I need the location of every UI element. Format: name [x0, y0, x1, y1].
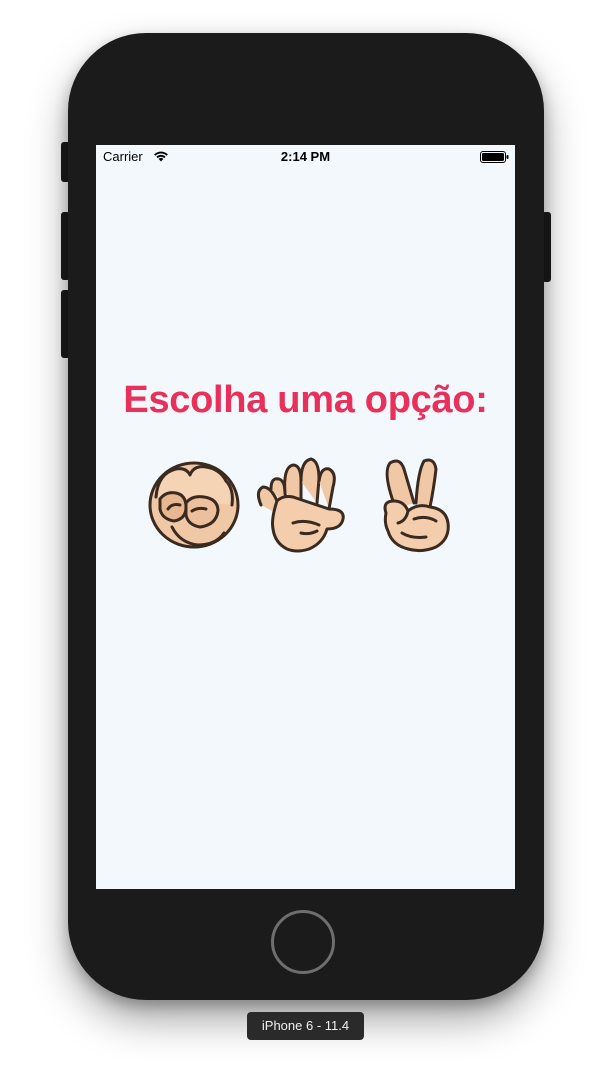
victory-hand-icon[interactable]	[372, 453, 468, 558]
device-screen: Carrier 2:14 PM Escolha uma opção:	[96, 145, 515, 889]
status-bar: Carrier 2:14 PM	[96, 145, 515, 167]
fist-hand-icon[interactable]	[146, 453, 242, 558]
choose-option-heading: Escolha uma opção:	[123, 379, 488, 421]
battery-icon	[480, 151, 509, 163]
simulator-window: Carrier 2:14 PM Escolha uma opção: iPhon…	[0, 0, 611, 1082]
home-button[interactable]	[271, 910, 335, 974]
options-row	[96, 453, 515, 558]
open-hand-icon[interactable]	[253, 453, 349, 558]
status-time: 2:14 PM	[280, 149, 331, 164]
device-label: iPhone 6 - 11.4	[247, 1012, 364, 1040]
